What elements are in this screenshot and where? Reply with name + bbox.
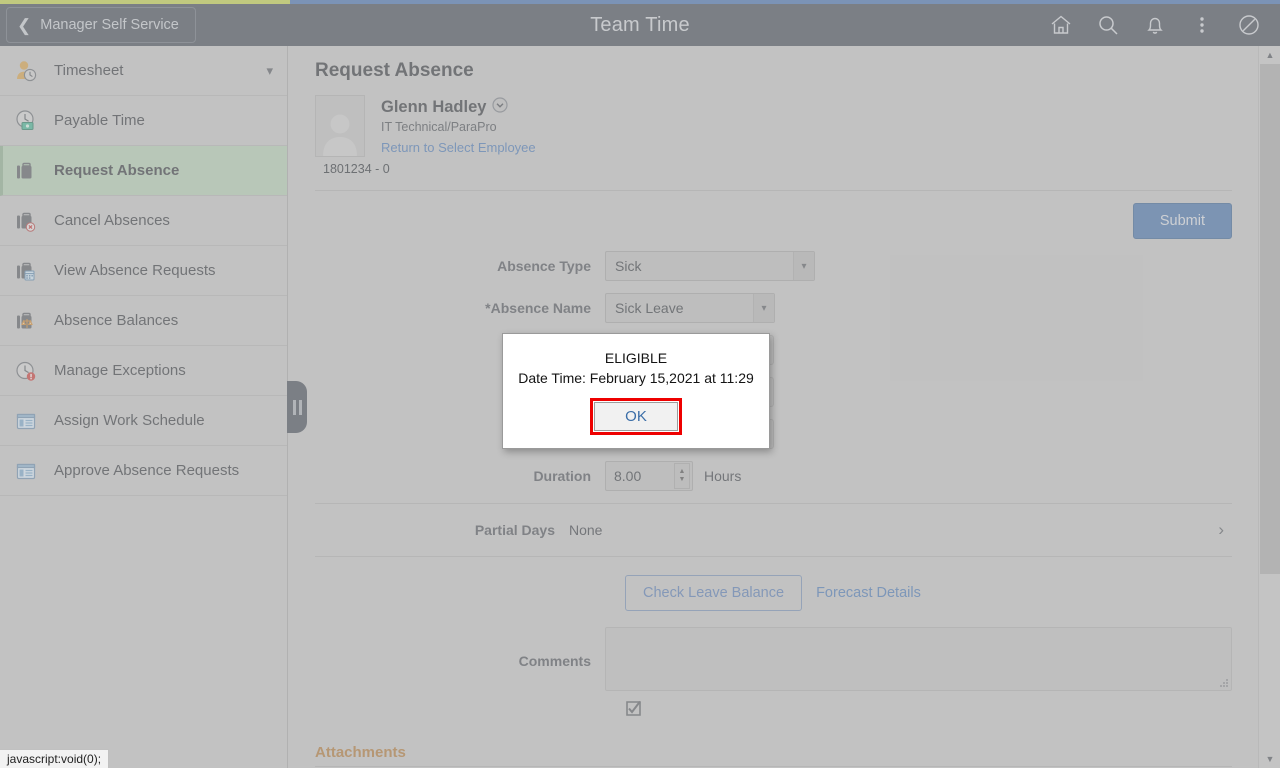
browser-status-bar: javascript:void(0); [0,749,110,768]
modal-ok-highlight: OK [590,398,682,435]
eligibility-modal: ELIGIBLE Date Time: February 15,2021 at … [502,333,770,449]
app-window: ❮ Manager Self Service Team Time Timeshe… [0,0,1280,768]
modal-message-line-1: ELIGIBLE [604,350,668,366]
modal-message-line-2: Date Time: February 15,2021 at 11:29 [518,370,754,386]
modal-ok-button[interactable]: OK [594,402,678,431]
